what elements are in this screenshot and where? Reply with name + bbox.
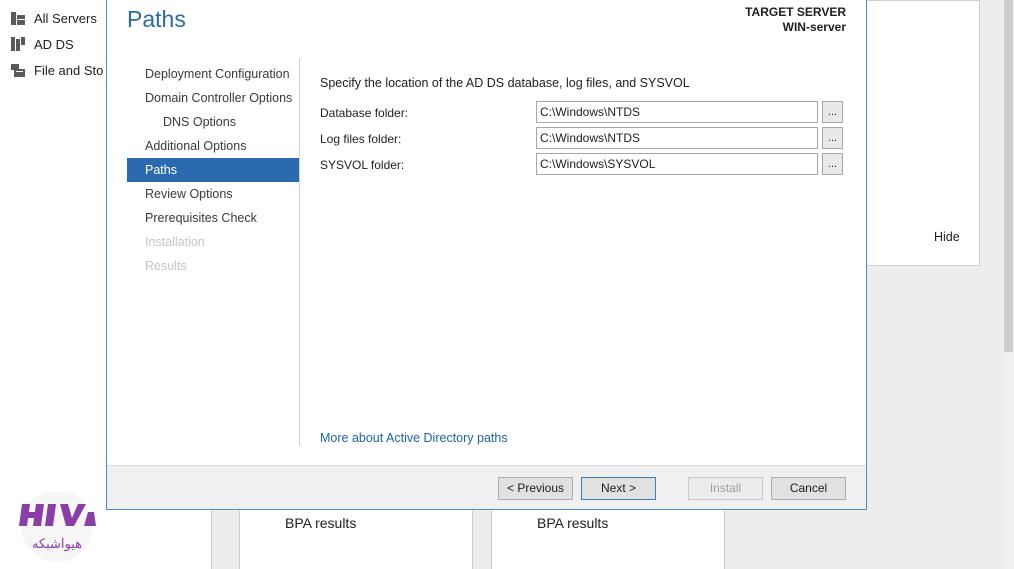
bpa-results-label[interactable]: BPA results	[285, 515, 356, 531]
database-folder-input[interactable]	[536, 101, 818, 123]
paths-heading: Specify the location of the AD DS databa…	[320, 76, 690, 90]
step-prerequisites-check[interactable]: Prerequisites Check	[127, 206, 299, 230]
nav-item-all-servers[interactable]: All Servers	[10, 8, 97, 28]
nav-item-file-storage[interactable]: File and Sto	[10, 60, 103, 80]
nav-item-label: File and Sto	[34, 62, 104, 78]
wizard-steps: Deployment Configuration Domain Controll…	[127, 62, 299, 278]
servers-icon	[11, 12, 25, 25]
log-files-folder-label: Log files folder:	[320, 132, 402, 146]
bpa-tile-1: BPA results	[239, 508, 473, 569]
page-title: Paths	[127, 6, 186, 32]
log-files-folder-input[interactable]	[536, 127, 818, 149]
database-folder-label: Database folder:	[320, 106, 409, 120]
step-domain-controller-options[interactable]: Domain Controller Options	[127, 86, 299, 110]
more-about-ad-paths-link[interactable]: More about Active Directory paths	[320, 431, 508, 445]
file-storage-icon	[11, 64, 25, 77]
step-deployment-configuration[interactable]: Deployment Configuration	[127, 62, 299, 86]
previous-button[interactable]: < Previous	[498, 477, 573, 500]
nav-item-label: All Servers	[34, 10, 97, 26]
step-dns-options[interactable]: DNS Options	[127, 110, 299, 134]
hide-link[interactable]: Hide	[934, 230, 960, 244]
step-installation: Installation	[145, 235, 205, 249]
step-additional-options[interactable]: Additional Options	[127, 134, 299, 158]
ad-ds-icon	[11, 37, 25, 51]
sysvol-folder-browse-button[interactable]: ...	[822, 153, 843, 175]
nav-item-ad-ds[interactable]: AD DS	[10, 34, 74, 54]
ad-ds-configuration-wizard: Paths TARGET SERVER WIN-server Deploymen…	[106, 0, 867, 510]
database-folder-browse-button[interactable]: ...	[822, 101, 843, 123]
bpa-results-label[interactable]: BPA results	[537, 515, 608, 531]
step-paths[interactable]: Paths	[127, 158, 299, 182]
sysvol-folder-input[interactable]	[536, 153, 818, 175]
target-server-label: TARGET SERVER	[745, 5, 846, 19]
vertical-scrollbar[interactable]	[1003, 0, 1014, 569]
install-button: Install	[688, 477, 763, 500]
svg-text:هیواشبکه: هیواشبکه	[32, 537, 82, 552]
step-results: Results	[145, 259, 187, 273]
sysvol-folder-label: SYSVOL folder:	[320, 158, 405, 172]
next-button[interactable]: Next >	[581, 477, 656, 500]
hiva-logo: هیواشبکه	[19, 492, 96, 562]
log-files-folder-browse-button[interactable]: ...	[822, 127, 843, 149]
welcome-tile	[866, 0, 980, 266]
target-server-header: TARGET SERVER WIN-server	[745, 5, 846, 35]
steps-divider	[299, 58, 300, 446]
nav-item-label: AD DS	[34, 36, 74, 52]
server-manager-nav: All Servers AD DS File and Sto	[0, 0, 106, 569]
target-server-name: WIN-server	[782, 20, 846, 34]
step-review-options[interactable]: Review Options	[127, 182, 299, 206]
wizard-footer: < Previous Next > Install Cancel	[107, 465, 866, 509]
cancel-button[interactable]: Cancel	[771, 477, 846, 500]
bpa-tile-2: BPA results	[491, 508, 725, 569]
scrollbar-thumb[interactable]	[1004, 0, 1013, 352]
